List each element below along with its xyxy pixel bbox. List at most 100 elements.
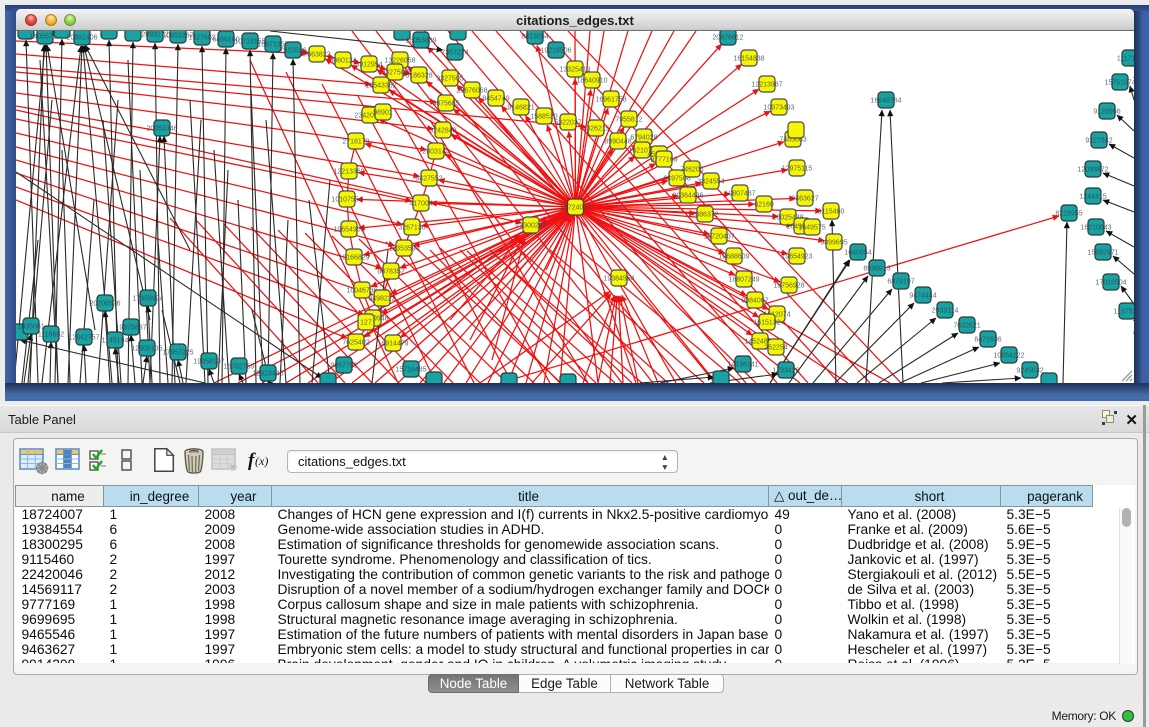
svg-text:16543362: 16543362 bbox=[365, 83, 396, 90]
svg-text:12213369: 12213369 bbox=[333, 169, 364, 176]
svg-text:19166829: 19166829 bbox=[338, 255, 369, 262]
svg-text:16648784: 16648784 bbox=[870, 98, 901, 105]
svg-text:9857791: 9857791 bbox=[330, 363, 357, 370]
svg-text:9777169: 9777169 bbox=[650, 157, 677, 164]
svg-text:15751074: 15751074 bbox=[1104, 80, 1134, 87]
svg-text:9084067: 9084067 bbox=[741, 298, 768, 305]
svg-text:12093872: 12093872 bbox=[1077, 167, 1108, 174]
svg-text:1326215: 1326215 bbox=[582, 126, 609, 133]
svg-text:15720407: 15720407 bbox=[703, 234, 734, 241]
svg-text:16210643: 16210643 bbox=[1080, 225, 1111, 232]
svg-text:20206526: 20206526 bbox=[89, 301, 120, 308]
svg-text:1117169: 1117169 bbox=[1117, 56, 1134, 63]
svg-text:7357224: 7357224 bbox=[441, 50, 468, 57]
svg-text:8471636: 8471636 bbox=[974, 337, 1001, 344]
svg-text:2718179: 2718179 bbox=[342, 139, 369, 146]
svg-text:8427552: 8427552 bbox=[415, 176, 442, 183]
svg-text:7632621: 7632621 bbox=[953, 323, 980, 330]
svg-text:1733426: 1733426 bbox=[772, 368, 799, 375]
svg-text:3824554: 3824554 bbox=[697, 179, 724, 186]
svg-text:28676068: 28676068 bbox=[456, 88, 487, 95]
svg-text:23300243: 23300243 bbox=[515, 223, 546, 230]
svg-text:1244415: 1244415 bbox=[1079, 194, 1106, 201]
svg-text:1649575: 1649575 bbox=[798, 225, 825, 232]
svg-text:19975887: 19975887 bbox=[115, 325, 146, 332]
svg-text:9129966: 9129966 bbox=[1093, 109, 1120, 116]
svg-text:3267130: 3267130 bbox=[398, 225, 425, 232]
svg-text:12923446: 12923446 bbox=[252, 371, 283, 378]
svg-text:19756928: 19756928 bbox=[773, 283, 804, 290]
svg-text:1835061: 1835061 bbox=[17, 324, 44, 331]
svg-text:20691406: 20691406 bbox=[66, 35, 97, 42]
svg-text:9242848: 9242848 bbox=[429, 128, 456, 135]
svg-text:9899695: 9899695 bbox=[820, 240, 847, 247]
svg-text:16154838: 16154838 bbox=[733, 56, 764, 63]
svg-text:16053809: 16053809 bbox=[405, 38, 436, 45]
svg-text:6794028: 6794028 bbox=[630, 135, 657, 142]
svg-text:8860124: 8860124 bbox=[329, 58, 356, 65]
svg-text:62160: 62160 bbox=[754, 202, 774, 209]
svg-text:9245632: 9245632 bbox=[1016, 368, 1043, 375]
svg-text:12975115: 12975115 bbox=[782, 166, 813, 173]
svg-text:3498222: 3498222 bbox=[368, 296, 395, 303]
svg-text:19218506: 19218506 bbox=[540, 48, 571, 55]
svg-text:17016504: 17016504 bbox=[1095, 280, 1126, 287]
svg-text:15692971: 15692971 bbox=[1087, 250, 1118, 257]
svg-text:1615132: 1615132 bbox=[753, 320, 780, 327]
svg-text:12353594: 12353594 bbox=[388, 246, 419, 253]
svg-text:16914479: 16914479 bbox=[377, 341, 408, 348]
svg-text:10973493: 10973493 bbox=[763, 105, 794, 112]
svg-text:(x): (x) bbox=[255, 454, 268, 468]
svg-text:12505135: 12505135 bbox=[131, 346, 162, 353]
svg-text:15716485: 15716485 bbox=[395, 367, 426, 374]
svg-text:19958107: 19958107 bbox=[193, 359, 224, 366]
svg-text:17957225: 17957225 bbox=[162, 350, 193, 357]
svg-text:2803144: 2803144 bbox=[422, 149, 449, 156]
svg-text:19384554: 19384554 bbox=[603, 276, 634, 283]
svg-text:9227342: 9227342 bbox=[1085, 138, 1112, 145]
svg-text:18807249: 18807249 bbox=[728, 277, 759, 284]
svg-text:10107554: 10107554 bbox=[331, 197, 362, 204]
svg-text:8186328: 8186328 bbox=[405, 73, 432, 80]
svg-text:12942757: 12942757 bbox=[68, 335, 99, 342]
svg-text:18724007: 18724007 bbox=[560, 205, 591, 212]
svg-text:20876812: 20876812 bbox=[712, 35, 743, 42]
svg-text:7886372: 7886372 bbox=[691, 212, 718, 219]
svg-text:16961758: 16961758 bbox=[595, 97, 626, 104]
svg-text:7625402: 7625402 bbox=[342, 340, 369, 347]
svg-text:9474444: 9474444 bbox=[909, 293, 936, 300]
svg-text:3875685: 3875685 bbox=[432, 101, 459, 108]
svg-text:127: 127 bbox=[360, 320, 372, 327]
svg-text:19654923: 19654923 bbox=[781, 254, 812, 261]
svg-text:19654905: 19654905 bbox=[333, 227, 364, 234]
svg-text:8215955: 8215955 bbox=[1055, 211, 1082, 218]
svg-text:7663822: 7663822 bbox=[303, 52, 330, 59]
svg-text:9115460: 9115460 bbox=[818, 209, 845, 216]
svg-text:18640910: 18640910 bbox=[576, 78, 607, 85]
svg-text:98901: 98901 bbox=[373, 110, 393, 117]
svg-text:10807487: 10807487 bbox=[724, 191, 755, 198]
svg-text:1145194: 1145194 bbox=[102, 338, 129, 345]
svg-text:1115682: 1115682 bbox=[38, 332, 64, 339]
svg-text:9327505: 9327505 bbox=[436, 76, 463, 83]
svg-text:20053346: 20053346 bbox=[146, 126, 177, 133]
svg-text:7955812: 7955812 bbox=[615, 117, 642, 124]
svg-text:2933114: 2933114 bbox=[932, 308, 959, 315]
svg-text:17359924: 17359924 bbox=[132, 296, 163, 303]
svg-text:6879197: 6879197 bbox=[887, 279, 914, 286]
svg-text:10046736: 10046736 bbox=[346, 288, 377, 295]
svg-text:1640954: 1640954 bbox=[844, 250, 871, 257]
svg-text:1167533: 1167533 bbox=[1114, 309, 1134, 316]
svg-text:9463627: 9463627 bbox=[791, 196, 818, 203]
svg-text:12213967: 12213967 bbox=[751, 82, 782, 89]
svg-text:10654122: 10654122 bbox=[993, 353, 1024, 360]
svg-text:20364436: 20364436 bbox=[672, 193, 703, 200]
svg-text:16782759: 16782759 bbox=[223, 364, 254, 371]
svg-text:8813054: 8813054 bbox=[521, 34, 548, 41]
svg-text:417004: 417004 bbox=[409, 201, 432, 208]
svg-text:8938913: 8938913 bbox=[863, 266, 890, 273]
svg-text:252254: 252254 bbox=[764, 345, 787, 352]
svg-text:5322037: 5322037 bbox=[554, 120, 581, 127]
svg-text:8454749: 8454749 bbox=[482, 96, 509, 103]
svg-text:9146821: 9146821 bbox=[507, 105, 534, 112]
